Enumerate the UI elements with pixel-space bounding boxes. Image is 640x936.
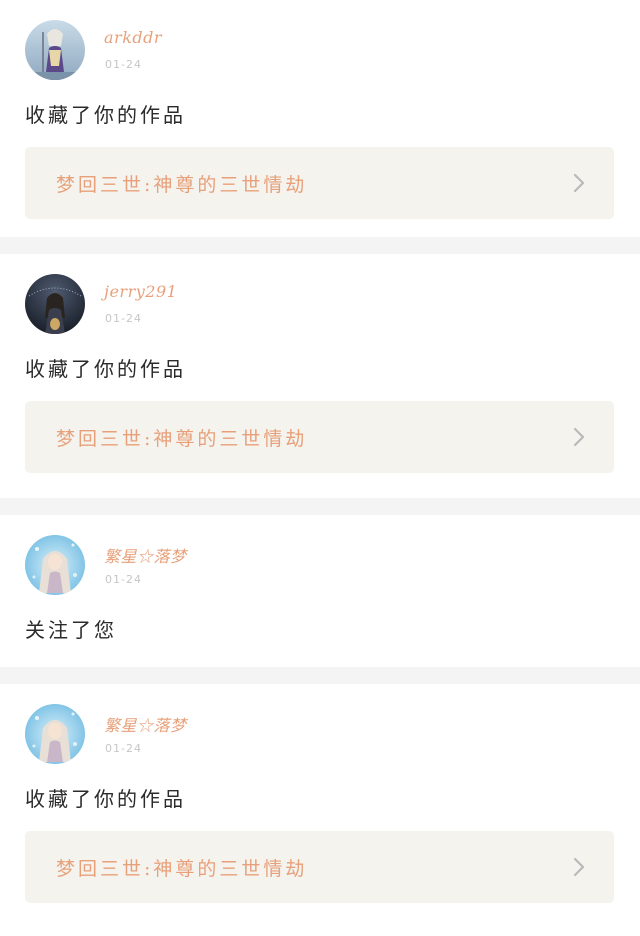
work-link[interactable]: 梦回三世:神尊的三世情劫 [25,401,614,473]
action-text: 收藏了你的作品 [25,357,186,381]
notification-header: jerry291 01-24 [25,274,614,334]
chevron-right-icon [573,173,585,193]
action-text: 关注了您 [25,618,117,642]
work-link[interactable]: 梦回三世:神尊的三世情劫 [25,831,614,903]
avatar-anime-girl-icon [25,535,85,595]
chevron-right-icon [573,427,585,447]
action-text: 收藏了你的作品 [25,103,186,127]
avatar[interactable] [25,704,85,764]
username[interactable]: 繁星☆落梦 [104,712,187,736]
action-text: 收藏了你的作品 [25,787,186,811]
timestamp: 01-24 [105,312,142,325]
username[interactable]: jerry291 [104,282,177,301]
avatar-fantasy-warrior-icon [25,20,85,80]
timestamp: 01-24 [105,742,142,755]
timestamp: 01-24 [105,58,142,71]
work-title: 梦回三世:神尊的三世情劫 [56,428,308,450]
notification-header: 繁星☆落梦 01-24 [25,535,614,595]
avatar-anime-girl-icon [25,704,85,764]
username[interactable]: 繁星☆落梦 [104,543,187,567]
timestamp: 01-24 [105,573,142,586]
notification-item: 繁星☆落梦 01-24 关注了您 [0,515,640,667]
avatar[interactable] [25,535,85,595]
notification-item: arkddr 01-24 收藏了你的作品 梦回三世:神尊的三世情劫 [0,0,640,237]
notification-feed: arkddr 01-24 收藏了你的作品 梦回三世:神尊的三世情劫 jerry2… [0,0,640,936]
notification-item: jerry291 01-24 收藏了你的作品 梦回三世:神尊的三世情劫 [0,254,640,498]
work-title: 梦回三世:神尊的三世情劫 [56,858,308,880]
notification-header: arkddr 01-24 [25,20,614,80]
notification-header: 繁星☆落梦 01-24 [25,704,614,764]
avatar-night-girl-icon [25,274,85,334]
chevron-right-icon [573,857,585,877]
avatar[interactable] [25,20,85,80]
work-title: 梦回三世:神尊的三世情劫 [56,174,308,196]
username[interactable]: arkddr [104,28,162,47]
notification-item: 繁星☆落梦 01-24 收藏了你的作品 梦回三世:神尊的三世情劫 [0,684,640,936]
avatar[interactable] [25,274,85,334]
work-link[interactable]: 梦回三世:神尊的三世情劫 [25,147,614,219]
